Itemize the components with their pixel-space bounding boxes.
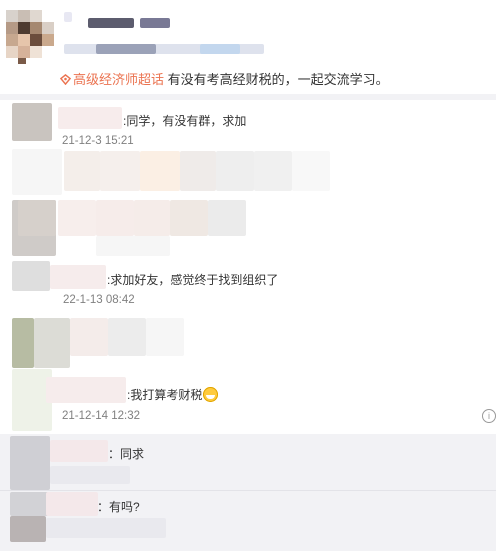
reply-meta-blur bbox=[46, 518, 166, 538]
author-name-blur bbox=[64, 12, 72, 22]
blurred-content bbox=[170, 200, 208, 236]
blurred-content bbox=[180, 151, 216, 191]
commenter-avatar[interactable] bbox=[12, 103, 52, 141]
blurred-content bbox=[134, 200, 170, 236]
replier-name-blur[interactable] bbox=[50, 440, 108, 462]
grin-emoji-icon bbox=[203, 387, 219, 402]
comment-text: :我打算考财税 bbox=[127, 387, 219, 403]
supertopic-icon bbox=[60, 74, 71, 85]
blurred-content bbox=[146, 318, 184, 356]
commenter-name-blur[interactable] bbox=[46, 377, 126, 403]
blurred-content bbox=[58, 200, 96, 236]
comment-text: :同学，有没有群，求加 bbox=[123, 114, 247, 128]
blurred-avatar bbox=[18, 200, 56, 236]
comment-time: 21-12-3 15:21 bbox=[62, 135, 134, 147]
info-icon[interactable]: i bbox=[482, 409, 496, 423]
supertopic-label[interactable]: 高级经济师超话 bbox=[73, 72, 164, 87]
reply-text: ：同求 bbox=[108, 447, 145, 461]
commenter-name-blur[interactable] bbox=[58, 107, 122, 129]
post-text: 高级经济师超话 有没有考高经财税的，一起交流学习。 bbox=[60, 71, 389, 89]
comment-time: 21-12-14 12:32 bbox=[62, 410, 141, 422]
blurred-avatar bbox=[34, 318, 70, 368]
blurred-avatar bbox=[12, 318, 34, 368]
blurred-content bbox=[64, 151, 100, 191]
replier-avatar[interactable] bbox=[10, 436, 50, 490]
blurred-content bbox=[140, 151, 180, 191]
comment-text-content: :我打算考财税 bbox=[127, 388, 203, 402]
author-name-blur bbox=[88, 18, 134, 28]
commenter-avatar[interactable] bbox=[12, 261, 50, 291]
post-body: 有没有考高经财税的，一起交流学习。 bbox=[164, 72, 389, 87]
replier-avatar[interactable] bbox=[10, 516, 46, 542]
author-name-blur bbox=[140, 18, 170, 28]
post-meta-blur bbox=[96, 44, 156, 54]
post-author-avatar[interactable] bbox=[6, 10, 54, 68]
comment-text: :求加好友，感觉终于找到组织了 bbox=[107, 273, 279, 287]
blurred-content bbox=[96, 200, 134, 236]
replier-avatar[interactable] bbox=[10, 492, 50, 516]
reply-text: ：有吗? bbox=[97, 500, 140, 514]
blurred-content bbox=[108, 318, 146, 356]
blurred-content bbox=[208, 200, 246, 236]
blurred-content bbox=[216, 151, 254, 191]
post-meta-blur bbox=[200, 44, 240, 54]
blurred-content bbox=[292, 151, 330, 191]
commenter-name-blur[interactable] bbox=[50, 265, 106, 289]
reply-meta-blur bbox=[50, 466, 130, 484]
blurred-content bbox=[70, 318, 108, 356]
reply-divider bbox=[0, 490, 496, 491]
blurred-content bbox=[254, 151, 292, 191]
replier-name-blur[interactable] bbox=[46, 492, 98, 516]
comment-time: 22-1-13 08:42 bbox=[63, 294, 135, 306]
blurred-content bbox=[96, 236, 170, 256]
blurred-avatar bbox=[12, 149, 62, 195]
blurred-content bbox=[100, 151, 140, 191]
supertopic-link[interactable]: 高级经济师超话 bbox=[60, 72, 164, 87]
